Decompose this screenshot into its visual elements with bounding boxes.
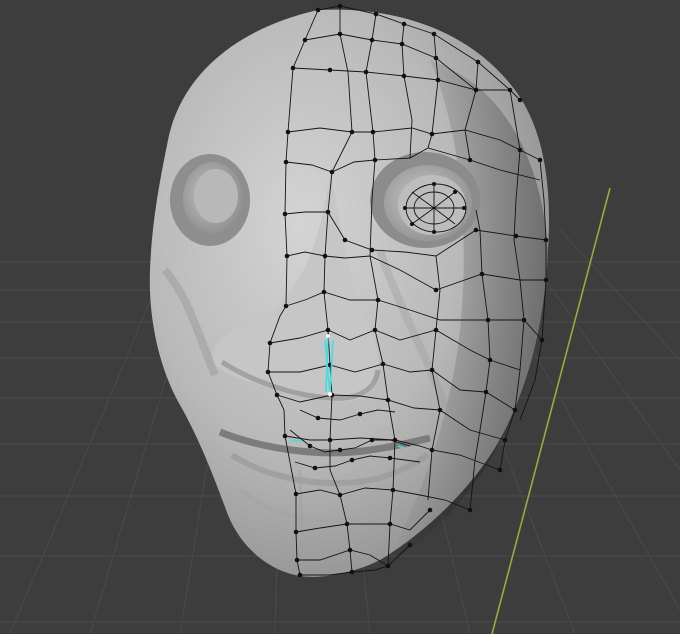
left-eye-socket [170, 154, 250, 246]
3d-viewport[interactable] [0, 0, 680, 634]
viewport-canvas[interactable] [0, 0, 680, 634]
right-eye-socket [370, 152, 480, 248]
